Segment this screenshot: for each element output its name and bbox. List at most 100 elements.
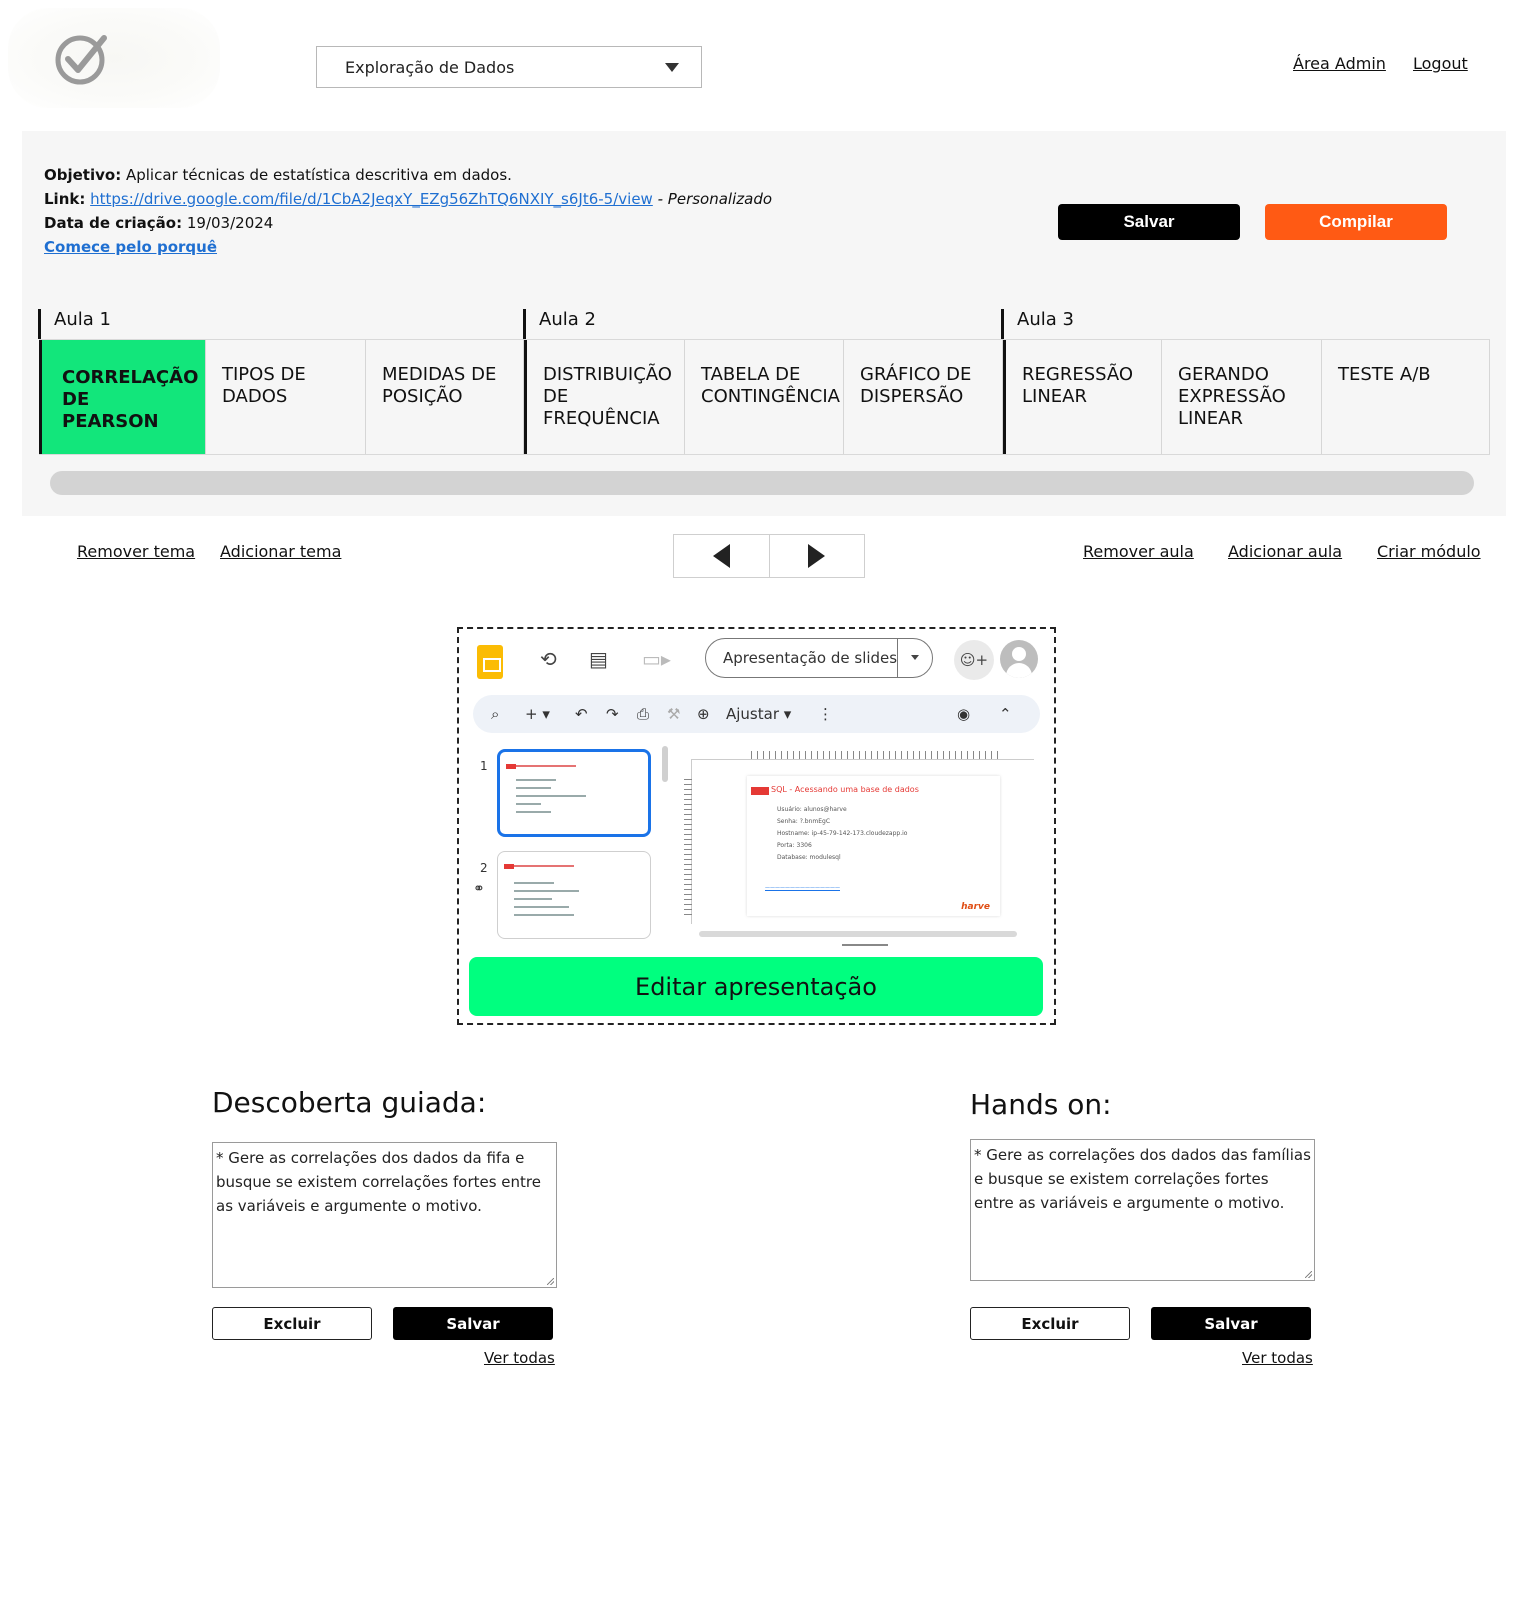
- create-module-link[interactable]: Criar módulo: [1377, 542, 1481, 561]
- triangle-left-icon: [712, 544, 730, 568]
- thumbs-scrollbar: [662, 746, 668, 782]
- history-icon: ⟲: [540, 647, 557, 671]
- tab-topic-8[interactable]: GERANDO EXPRESSÃO LINEAR: [1162, 340, 1322, 454]
- plus-icon: + ▾: [525, 705, 550, 723]
- chevron-down-icon: [911, 655, 919, 660]
- add-topic-link[interactable]: Adicionar tema: [220, 542, 341, 561]
- tab-topic-7[interactable]: REGRESSÃO LINEAR: [1003, 340, 1162, 454]
- thumb-line: [516, 765, 576, 767]
- date-value: 19/03/2024: [186, 214, 274, 232]
- link-label: Link:: [44, 190, 86, 208]
- lesson-label-3: Aula 3: [1001, 309, 1074, 339]
- thumb-title-bar: [504, 864, 514, 869]
- tab-topic-9[interactable]: TESTE A/B: [1322, 340, 1490, 454]
- video-call-icon: ▭▸: [642, 647, 671, 671]
- lesson-label-2: Aula 2: [523, 309, 596, 339]
- undo-icon: ↶: [575, 705, 588, 723]
- slide-title-bar: [751, 787, 769, 795]
- slideshow-button: Apresentação de slides: [705, 638, 933, 678]
- slideshow-divider: [897, 639, 898, 677]
- chevron-up-icon: ⌃: [999, 705, 1012, 723]
- slide-line-3: Hostname: ip-45-79-142-173.cloudezapp.io: [777, 830, 908, 837]
- comment-icon: ▤: [589, 647, 608, 671]
- date-label: Data de criação:: [44, 214, 183, 232]
- hands-on-save-button[interactable]: Salvar: [1151, 1307, 1311, 1340]
- thumb-title-bar: [506, 764, 516, 769]
- slide-thumbnails: 1 2 ⚭: [459, 745, 659, 949]
- module-panel: Objetivo: Aplicar técnicas de estatístic…: [22, 131, 1506, 516]
- module-select[interactable]: Exploração de Dados: [316, 46, 702, 88]
- slide-thumb-2: [497, 851, 651, 939]
- thumb-number-1: 1: [480, 759, 488, 773]
- thumb-line: [514, 865, 574, 867]
- hands-on-textarea[interactable]: * Gere as correlações dos dados das famí…: [970, 1139, 1315, 1281]
- slide-line-2: Senha: ?.bnmEgC: [777, 818, 831, 825]
- slide-line-5: Database: modulesql: [777, 854, 841, 861]
- edit-presentation-button[interactable]: Editar apresentação: [469, 957, 1043, 1016]
- tab-topic-1[interactable]: CORRELAÇÃO DE PEARSON: [39, 340, 206, 454]
- guided-see-all-link[interactable]: Ver todas: [484, 1349, 555, 1367]
- tab-topic-3[interactable]: MEDIDAS DE POSIÇÃO: [366, 340, 524, 454]
- topic-pager: [673, 534, 865, 578]
- chevron-down-icon: [665, 63, 679, 72]
- compile-button[interactable]: Compilar: [1265, 204, 1447, 240]
- next-button[interactable]: [770, 535, 865, 577]
- tab-topic-4[interactable]: DISTRIBUIÇÃO DE FREQUÊNCIA: [524, 340, 685, 454]
- link-suffix: - Personalizado: [657, 190, 773, 208]
- slideshow-label: Apresentação de slides: [723, 649, 898, 667]
- thumb-line: [516, 795, 586, 797]
- current-slide: SQL - Acessando uma base de dados Usuári…: [747, 776, 1000, 916]
- search-icon: ⌕: [491, 705, 500, 723]
- tab-topic-2[interactable]: TIPOS DE DADOS: [206, 340, 366, 454]
- admin-area-link[interactable]: Área Admin: [1293, 54, 1386, 73]
- presentation-preview: ⟲ ▤ ▭▸ Apresentação de slides ☺+ ⌕ + ▾ ↶…: [457, 627, 1056, 1025]
- print-icon: ⎙: [637, 705, 650, 723]
- more-icon: ⋮: [818, 705, 833, 723]
- record-icon: ◉: [957, 705, 971, 723]
- paint-format-icon: ⚒: [667, 705, 681, 723]
- objective-text: Aplicar técnicas de estatística descriti…: [125, 166, 512, 184]
- zoom-icon: ⊕: [697, 705, 710, 723]
- vertical-ruler: [684, 779, 692, 917]
- triangle-right-icon: [808, 544, 826, 568]
- why-link[interactable]: Comece pelo porquê: [44, 238, 217, 256]
- slides-topbar: ⟲ ▤ ▭▸ Apresentação de slides ☺+: [459, 629, 1054, 687]
- zoom-select: Ajustar ▾: [726, 705, 792, 723]
- notes-handle: [842, 944, 888, 946]
- tab-topic-5[interactable]: TABELA DE CONTINGÊNCIA: [685, 340, 844, 454]
- check-circle-icon: [55, 35, 107, 85]
- tab-topic-6[interactable]: GRÁFICO DE DISPERSÃO: [844, 340, 1003, 454]
- hands-on-see-all-link[interactable]: Ver todas: [1242, 1349, 1313, 1367]
- slide-line-1: Usuário: alunos@harve: [777, 806, 847, 813]
- objective-label: Objetivo:: [44, 166, 122, 184]
- module-info: Objetivo: Aplicar técnicas de estatístic…: [44, 163, 772, 259]
- slide-title: SQL - Acessando uma base de dados: [771, 785, 919, 794]
- hands-on-title: Hands on:: [970, 1088, 1112, 1121]
- slides-toolbar: ⌕ + ▾ ↶ ↷ ⎙ ⚒ ⊕ Ajustar ▾ ⋮ ◉ ⌃: [473, 695, 1040, 733]
- thumb-line: [516, 779, 556, 781]
- thumb-line: [516, 811, 551, 813]
- thumb-line: [514, 898, 552, 900]
- presentation-link[interactable]: https://drive.google.com/file/d/1CbA2Jeq…: [90, 190, 653, 208]
- slide-line-4: Porta: 3306: [777, 842, 812, 849]
- zoom-label: Ajustar: [726, 705, 779, 723]
- guided-discovery-textarea[interactable]: * Gere as correlações dos dados da fifa …: [212, 1142, 557, 1288]
- remove-lesson-link[interactable]: Remover aula: [1083, 542, 1194, 561]
- tabs-scrollbar[interactable]: [50, 471, 1474, 495]
- thumb-line: [514, 882, 554, 884]
- guided-delete-button[interactable]: Excluir: [212, 1307, 372, 1340]
- logo[interactable]: [8, 8, 220, 108]
- save-button[interactable]: Salvar: [1058, 204, 1240, 240]
- add-lesson-link[interactable]: Adicionar aula: [1228, 542, 1342, 561]
- thumb-line: [514, 890, 579, 892]
- thumb-line: [516, 787, 551, 789]
- slide-link: ———————————————: [765, 885, 840, 891]
- remove-topic-link[interactable]: Remover tema: [77, 542, 195, 561]
- horizontal-ruler: [751, 751, 1001, 759]
- hands-on-delete-button[interactable]: Excluir: [970, 1307, 1130, 1340]
- logout-link[interactable]: Logout: [1413, 54, 1468, 73]
- prev-button[interactable]: [674, 535, 770, 577]
- slide-brand: harve: [961, 902, 990, 912]
- guided-save-button[interactable]: Salvar: [393, 1307, 553, 1340]
- link-icon: ⚭: [473, 881, 485, 897]
